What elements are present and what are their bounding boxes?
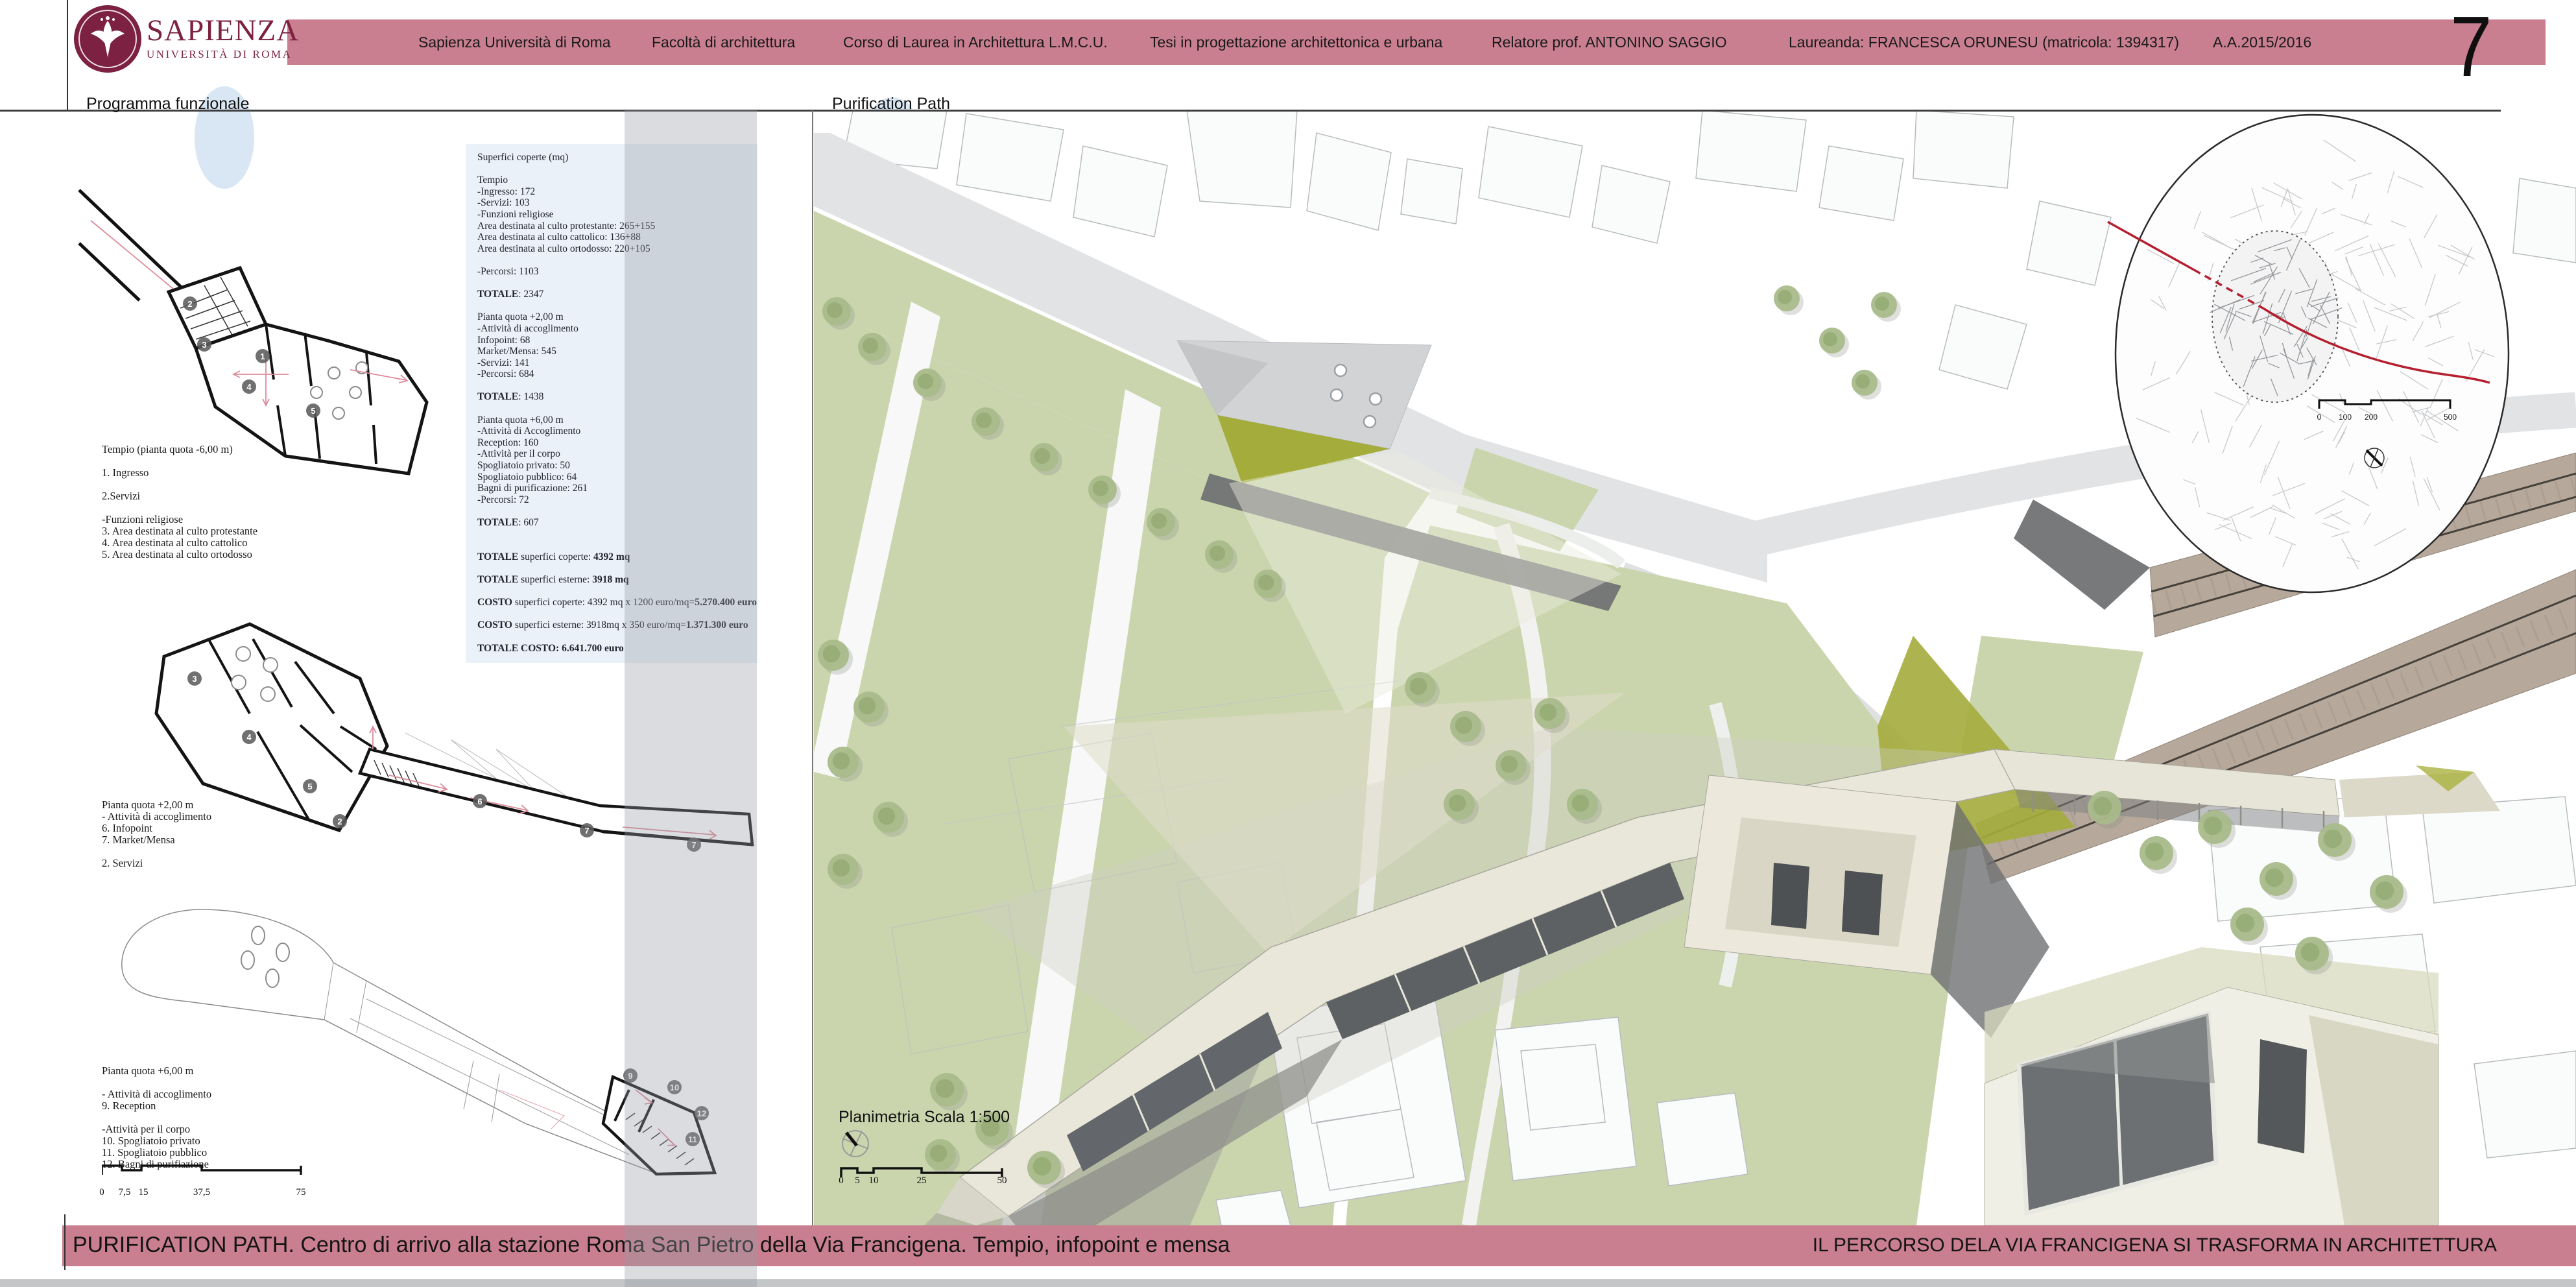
skylight — [1364, 416, 1376, 427]
thesis-presentation-board: SAPIENZA UNIVERSITÀ DI ROMA Sapienza Uni… — [0, 0, 2576, 1287]
header-item-course: Corso di Laurea in Architettura L.M.C.U. — [843, 34, 1108, 51]
university-subtitle: UNIVERSITÀ DI ROMA — [147, 48, 299, 61]
scale-tick: 37,5 — [193, 1187, 210, 1198]
scale-tick: 0 — [99, 1187, 104, 1198]
scale-tick: 10 — [869, 1175, 879, 1186]
room-badge: 5 — [303, 779, 317, 793]
plan-tempio-minus6-drawing — [71, 178, 460, 483]
inset-scale-tick: 500 — [2444, 413, 2457, 422]
room-badge: 3 — [197, 337, 211, 352]
plan-minus6-caption: Tempio (pianta quota -6,00 m) 1. Ingress… — [102, 444, 257, 560]
sapienza-logo-icon — [73, 4, 143, 74]
room-badge: 2 — [183, 296, 197, 311]
page-number: 7 — [2450, 0, 2492, 95]
inset-scale-tick: 100 — [2339, 413, 2352, 422]
scale-tick: 15 — [139, 1187, 149, 1198]
scale-tick: 7,5 — [119, 1187, 131, 1198]
scale-tick: 0 — [839, 1175, 844, 1186]
room-badge: 7 — [580, 823, 594, 837]
header-item-year: A.A.2015/2016 — [2213, 34, 2311, 51]
left-section-title: Programma funzionale — [86, 95, 250, 114]
header-item-university: Sapienza Università di Roma — [418, 34, 611, 51]
footer-subtitle: IL PERCORSO DELA VIA FRANCIGENA SI TRASF… — [1813, 1234, 2497, 1257]
header-item-thesis: Tesi in progettazione architettonica e u… — [1150, 34, 1442, 51]
university-name: SAPIENZA — [147, 14, 299, 47]
skylight — [1331, 389, 1342, 401]
inset-scale-tick: 0 — [2317, 413, 2322, 422]
header-item-student: Laureanda: FRANCESCA ORUNESU (matricola:… — [1789, 34, 2179, 51]
scale-tick: 50 — [997, 1175, 1007, 1186]
room-badge: 4 — [242, 379, 256, 394]
map-section-title: Purification Path — [832, 95, 950, 114]
scale-tick: 75 — [296, 1187, 306, 1198]
planimetria-label: Planimetria Scala 1:500 — [839, 1108, 1010, 1127]
university-wordmark: SAPIENZA UNIVERSITÀ DI ROMA — [147, 14, 299, 61]
skylight — [1335, 365, 1346, 376]
skylight — [1370, 393, 1381, 405]
bottom-edge-strip — [0, 1279, 2576, 1287]
vertical-gray-band — [625, 110, 757, 1287]
room-badge: 6 — [473, 794, 487, 808]
panel-divider-line — [812, 110, 813, 1225]
masterplan-drawing — [814, 110, 2576, 1225]
inset-scale-tick: 200 — [2365, 413, 2378, 422]
scale-tick: 25 — [917, 1175, 927, 1186]
room-badge: 2 — [333, 814, 347, 828]
scale-tick: 5 — [855, 1175, 860, 1186]
top-left-margin-line — [67, 0, 68, 110]
section-rule — [0, 110, 2501, 112]
header-item-faculty: Facoltà di architettura — [652, 34, 795, 51]
plans-scale-bar — [102, 1164, 309, 1177]
bottom-left-margin-line — [64, 1214, 66, 1270]
header-item-advisor: Relatore prof. ANTONINO SAGGIO — [1492, 34, 1727, 51]
plan-plus2-caption: Pianta quota +2,00 m- Attività di accogl… — [102, 799, 211, 869]
room-badge: 3 — [187, 671, 202, 686]
room-badge: 4 — [242, 730, 256, 744]
room-badge: 5 — [306, 403, 320, 418]
room-badge: 1 — [256, 349, 270, 363]
plan-plus6-caption: Pianta quota +6,00 m - Attività di accog… — [102, 1065, 211, 1170]
